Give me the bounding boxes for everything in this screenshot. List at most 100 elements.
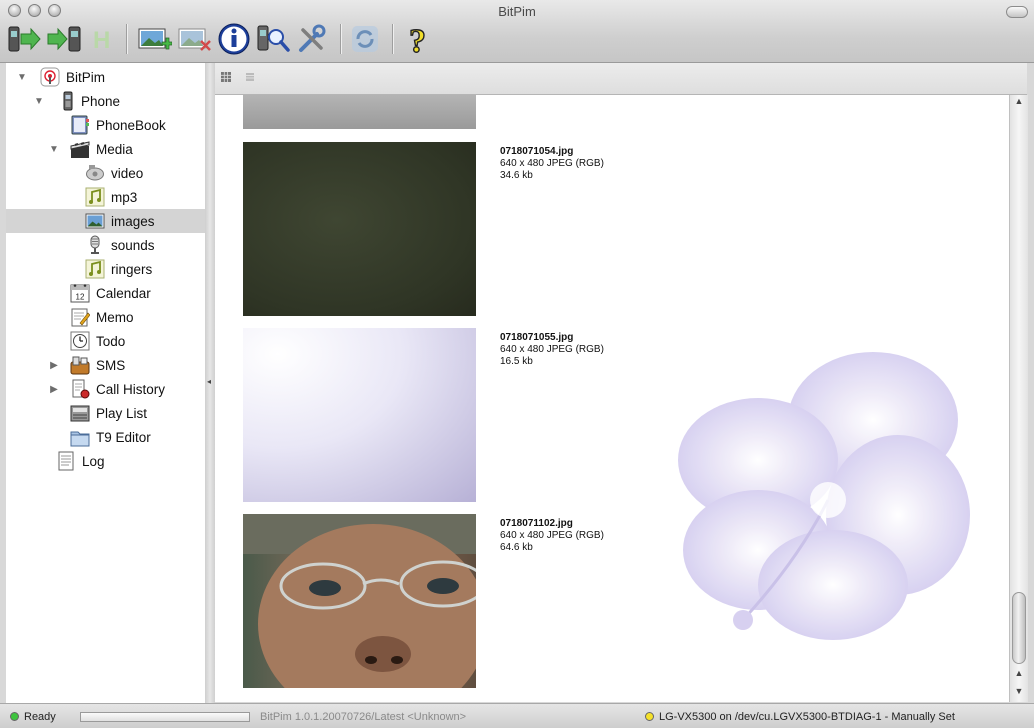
sidebar-item-label: sounds	[111, 237, 155, 253]
sidebar-item-label: Todo	[96, 333, 126, 349]
settings-button[interactable]	[295, 22, 331, 56]
collapsed-arrow-icon[interactable]: ▶	[48, 383, 60, 395]
image-filename: 0718071054.jpg	[500, 146, 574, 157]
image-info: 0718071055.jpg 640 x 480 JPEG (RGB) 16.5…	[500, 332, 604, 368]
delete-image-icon	[178, 28, 211, 51]
sidebar-item-bitpim[interactable]: ▼ BitPim	[6, 65, 205, 89]
scroll-up-arrow-icon[interactable]: ▲	[1013, 667, 1025, 679]
image-thumbnail[interactable]	[243, 142, 476, 316]
status-version-text: BitPim 1.0.1.20070726/Latest <Unknown>	[260, 711, 467, 723]
image-dimensions: 640 x 480 JPEG (RGB)	[500, 344, 604, 355]
image-size: 64.6 kb	[500, 542, 533, 553]
calendar-icon: 12	[70, 284, 90, 303]
sidebar-item-t9-editor[interactable]: T9 Editor	[6, 425, 205, 449]
delete-image-button[interactable]	[176, 22, 212, 56]
toolbar-separator	[126, 24, 127, 54]
sidebar-item-sounds[interactable]: sounds	[6, 233, 205, 257]
image-filename: 0718071102.jpg	[500, 518, 573, 529]
refresh-icon	[352, 26, 378, 52]
info-icon	[218, 23, 250, 55]
sidebar-item-label: Memo	[96, 309, 134, 325]
hibiscus-watermark	[678, 352, 970, 640]
detect-phone-button[interactable]	[255, 22, 291, 56]
phonebook-icon	[71, 115, 89, 135]
image-size: 34.6 kb	[500, 170, 533, 181]
sidebar-item-label: BitPim	[66, 69, 106, 85]
get-phone-data-button[interactable]	[6, 22, 42, 56]
sidebar-item-calendar[interactable]: 12 Calendar	[6, 281, 205, 305]
history-button[interactable]: H	[88, 22, 116, 56]
icon-view-button[interactable]	[220, 71, 232, 83]
ready-indicator-icon	[10, 712, 19, 721]
phone-icon	[63, 91, 73, 111]
add-image-button[interactable]	[136, 22, 172, 56]
sidebar-item-phone[interactable]: ▼ Phone	[6, 89, 205, 113]
sidebar-tree: ▼ BitPim ▼ Phone PhoneBook ▼ Media video…	[6, 63, 206, 703]
sidebar-item-phonebook[interactable]: PhoneBook	[6, 113, 205, 137]
scrollbar-thumb[interactable]	[1012, 592, 1026, 664]
sidebar-item-log[interactable]: Log	[6, 449, 205, 473]
toolbar-toggle-button[interactable]	[1006, 6, 1028, 18]
sidebar-item-label: SMS	[96, 357, 126, 373]
help-button[interactable]: ?	[402, 22, 438, 56]
progress-bar	[80, 712, 250, 722]
sidebar-item-media[interactable]: ▼ Media	[6, 137, 205, 161]
sidebar-item-label: images	[111, 213, 155, 229]
scroll-down-arrow-icon[interactable]: ▼	[1013, 685, 1025, 697]
image-dimensions: 640 x 480 JPEG (RGB)	[500, 530, 604, 541]
sidebar-item-sms[interactable]: ▶ SMS	[6, 353, 205, 377]
sidebar-item-label: Phone	[81, 93, 121, 109]
sidebar-item-label: Calendar	[96, 285, 151, 301]
image-info: 0718071054.jpg 640 x 480 JPEG (RGB) 34.6…	[500, 146, 604, 182]
scroll-up-arrow-icon[interactable]: ▲	[1013, 95, 1025, 107]
clock-icon	[70, 331, 90, 351]
toolbar-separator	[392, 24, 393, 54]
call-history-icon	[72, 379, 90, 399]
sidebar-item-video[interactable]: video	[6, 161, 205, 185]
image-icon	[85, 213, 105, 229]
image-list: 0718071054.jpg 640 x 480 JPEG (RGB) 34.6…	[215, 95, 1009, 702]
settings-icon	[299, 24, 326, 52]
refresh-button[interactable]	[348, 22, 384, 56]
sms-icon	[70, 356, 90, 375]
calendar-day-number: 12	[76, 293, 85, 302]
bitpim-icon	[40, 67, 60, 87]
send-phone-data-icon	[47, 26, 81, 52]
sidebar-item-images[interactable]: images	[6, 209, 205, 233]
sidebar-item-todo[interactable]: Todo	[6, 329, 205, 353]
sidebar-item-ringers[interactable]: ringers	[6, 257, 205, 281]
clapperboard-icon	[70, 141, 90, 158]
window-title: BitPim	[498, 4, 536, 19]
sidebar-item-memo[interactable]: Memo	[6, 305, 205, 329]
svg-text:H: H	[93, 27, 110, 54]
image-thumbnail[interactable]	[243, 95, 476, 129]
playlist-icon	[70, 405, 90, 422]
sidebar-item-mp3[interactable]: mp3	[6, 185, 205, 209]
help-icon: ?	[408, 22, 426, 56]
image-size: 16.5 kb	[500, 356, 533, 367]
microphone-icon	[90, 235, 100, 254]
send-phone-data-button[interactable]	[46, 22, 84, 56]
memo-icon	[71, 308, 90, 327]
video-icon	[86, 165, 104, 181]
expanded-arrow-icon[interactable]: ▼	[16, 71, 28, 83]
list-view-button[interactable]	[244, 71, 256, 83]
expanded-arrow-icon[interactable]: ▼	[33, 95, 45, 107]
add-image-icon	[138, 28, 172, 50]
title-bar: BitPim H ?	[0, 0, 1034, 63]
splitter-handle-icon: ◂	[207, 377, 212, 386]
folder-icon	[70, 431, 90, 447]
sidebar-item-label: Call History	[96, 381, 166, 397]
image-thumbnail[interactable]	[243, 514, 476, 688]
sidebar-item-call-history[interactable]: ▶ Call History	[6, 377, 205, 401]
sidebar-item-label: Media	[96, 141, 133, 157]
info-button[interactable]	[216, 22, 252, 56]
collapsed-arrow-icon[interactable]: ▶	[48, 359, 60, 371]
sidebar-item-play-list[interactable]: Play List	[6, 401, 205, 425]
sidebar-item-label: ringers	[111, 261, 153, 277]
vertical-scrollbar[interactable]: ▲ ▲ ▼	[1009, 95, 1028, 702]
expanded-arrow-icon[interactable]: ▼	[48, 143, 60, 155]
image-info: 0718071102.jpg 640 x 480 JPEG (RGB) 64.6…	[500, 518, 604, 554]
status-bar: Ready BitPim 1.0.1.20070726/Latest <Unkn…	[0, 703, 1034, 728]
image-thumbnail[interactable]	[243, 328, 476, 502]
